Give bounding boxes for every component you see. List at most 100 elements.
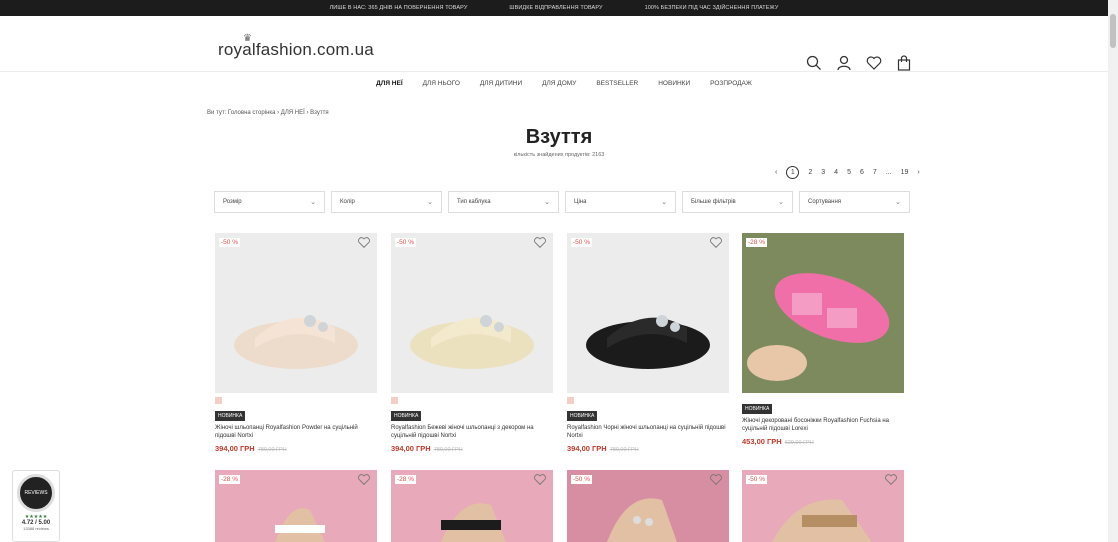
filter-bar: Розмір ⌄ Колір ⌄ Тип каблука ⌄ Ціна ⌄ Більше… [214,191,910,213]
color-swatch[interactable] [215,397,222,404]
filter-label: Розмір [223,199,242,205]
reviews-seal-icon: REVIEWS [17,474,55,512]
price: 394,00 ГРН [567,444,607,453]
price: 394,00 ГРН [215,444,255,453]
product-count: кількість знайдених продуктів: 2163 [513,152,605,158]
old-price: 789,00 ГРН [609,447,639,453]
user-icon[interactable] [836,55,852,71]
product-card[interactable]: -50 % [742,470,904,542]
product-card[interactable]: -28 % НОВИНКА Жіночі декоровані босоніжк… [742,233,904,446]
product-card[interactable]: -50 % НОВИНКА Жіночі шльопанці Royalfash… [215,233,377,453]
color-swatch[interactable] [391,397,398,404]
product-card[interactable]: -28 % [215,470,377,542]
nav-item-home[interactable]: ДЛЯ ДОМУ [542,80,576,87]
new-tag: НОВИНКА [742,404,773,414]
chevron-down-icon: ⌄ [310,199,316,206]
wishlist-heart-icon[interactable] [357,236,371,249]
nav-item-him[interactable]: ДЛЯ НЬОГО [423,80,460,87]
product-name[interactable]: Royalfashion Бежеві жіночі шльопанці з д… [391,424,553,440]
product-card[interactable]: -28 % [391,470,553,542]
bag-icon[interactable] [896,55,912,71]
shoe-jewel [304,315,316,327]
reviews-count: 13388 reviews [23,526,49,531]
new-tag: НОВИНКА [567,411,598,421]
product-image[interactable]: -50 % [215,233,377,393]
wishlist-heart-icon[interactable] [533,236,547,249]
filter-size[interactable]: Розмір ⌄ [214,191,325,213]
filter-sort[interactable]: Сортування ⌄ [799,191,910,213]
discount-badge: -50 % [571,238,592,247]
product-card[interactable]: -50 % [567,470,729,542]
page-link[interactable]: 3 [821,169,825,176]
breadcrumb[interactable]: Ви тут: Головна сторінка › ДЛЯ НЕЇ › Взу… [207,110,329,116]
nav-item-sale[interactable]: РОЗПРОДАЖ [710,80,752,87]
discount-badge: -50 % [219,238,240,247]
filter-label: Тип каблука [457,199,491,205]
product-name[interactable]: Royalfashion Чорні жіночі шльопанці на с… [567,424,729,440]
color-swatch[interactable] [567,397,574,404]
discount-badge: -28 % [219,475,240,484]
wishlist-heart-icon[interactable] [357,473,371,486]
product-image[interactable]: -28 % [742,233,904,393]
page-link[interactable]: 5 [847,169,851,176]
product-image[interactable]: -50 % [391,233,553,393]
shoe-jewel [480,315,492,327]
page-link[interactable]: 6 [860,169,864,176]
filter-label: Колір [340,199,355,205]
chevron-right-icon[interactable]: › [917,169,919,176]
discount-badge: -50 % [395,238,416,247]
new-tag: НОВИНКА [391,411,422,421]
wishlist-heart-icon[interactable] [533,473,547,486]
page-link[interactable]: 4 [834,169,838,176]
page-title: Взуття [525,126,593,148]
discount-badge: -50 % [746,475,767,484]
price-row: 394,00 ГРН 789,00 ГРН [567,444,729,453]
wishlist-heart-icon[interactable] [884,473,898,486]
site-logo[interactable]: royalfashion.com.ua [218,40,374,60]
price-row: 394,00 ГРН 789,00 ГРН [215,444,377,453]
shoe-jewel [494,322,504,332]
nav-item-kids[interactable]: ДЛЯ ДИТИНИ [480,80,522,87]
shoe-strap [802,515,857,527]
product-card[interactable]: -50 % НОВИНКА Royalfashion Бежеві жіночі… [391,233,553,453]
product-image[interactable]: -50 % [567,233,729,393]
scrollbar-thumb[interactable] [1110,14,1116,48]
reviews-widget[interactable]: REVIEWS ★★★★★ 4.72 / 5.00 13388 reviews [12,470,60,542]
page-link[interactable]: 2 [808,169,812,176]
product-image[interactable]: -28 % [215,470,377,542]
wishlist-heart-icon[interactable] [709,236,723,249]
old-price: 789,00 ГРН [433,447,463,453]
chevron-left-icon[interactable]: ‹ [775,169,777,176]
discount-badge: -28 % [395,475,416,484]
product-card[interactable]: -50 % НОВИНКА Royalfashion Чорні жіночі … [567,233,729,453]
chevron-down-icon: ⌄ [427,199,433,206]
old-price: 629,00 ГРН [784,440,814,446]
shoe-strap [275,525,325,533]
filter-more[interactable]: Більше фільтрів ⌄ [682,191,793,213]
nav-item-new[interactable]: НОВИНКИ [658,80,690,87]
filter-label: Сортування [808,199,842,205]
heart-icon[interactable] [866,55,882,71]
product-name[interactable]: Жіночі декоровані босоніжки Royalfashion… [742,417,904,433]
page-current[interactable]: 1 [786,166,800,179]
page-ellipsis: ... [885,169,892,176]
filter-color[interactable]: Колір ⌄ [331,191,442,213]
product-image[interactable]: -50 % [742,470,904,542]
product-image[interactable]: -50 % [567,470,729,542]
wishlist-heart-icon[interactable] [709,473,723,486]
promo-text-shipping: ШВИДКЕ ВІДПРАВЛЕННЯ ТОВАРУ [509,5,603,11]
nav-item-bestseller[interactable]: BESTSELLER [596,80,638,87]
promo-bar: ЛИШЕ В НАС: 365 ДНІВ НА ПОВЕРНЕННЯ ТОВАР… [0,0,1108,16]
site-header: ♛ royalfashion.com.ua [0,16,1108,72]
nav-item-her[interactable]: ДЛЯ НЕЇ [376,80,403,87]
product-name[interactable]: Жіночі шльопанці Royalfashion Powder на … [215,424,377,440]
filter-price[interactable]: Ціна ⌄ [565,191,676,213]
scrollbar[interactable] [1108,0,1118,542]
search-icon[interactable] [806,55,822,71]
new-tag: НОВИНКА [215,411,246,421]
product-image[interactable]: -28 % [391,470,553,542]
page-link[interactable]: 19 [901,169,909,176]
page-link[interactable]: 7 [873,169,877,176]
price-row: 394,00 ГРН 789,00 ГРН [391,444,553,453]
filter-heel[interactable]: Тип каблука ⌄ [448,191,559,213]
